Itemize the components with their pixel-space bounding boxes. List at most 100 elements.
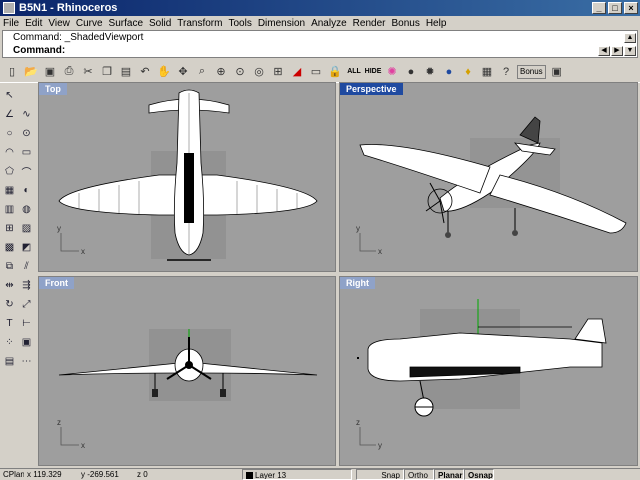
menu-help[interactable]: Help <box>423 18 450 29</box>
menu-surface[interactable]: Surface <box>106 18 146 29</box>
zoom-window-icon[interactable]: ⊕ <box>213 64 229 80</box>
save-icon[interactable]: ▣ <box>42 64 58 80</box>
boolean-icon[interactable]: ◩ <box>19 240 34 255</box>
text-icon[interactable]: T <box>2 316 17 331</box>
copy-icon[interactable]: ❐ <box>99 64 115 80</box>
rhino-app-icon[interactable] <box>3 2 15 14</box>
car-render-icon[interactable]: ◢ <box>289 64 305 80</box>
bonus-button[interactable]: Bonus <box>517 64 546 79</box>
status-layer[interactable]: Layer 13 <box>242 469 352 480</box>
viewport-label-right[interactable]: Right <box>340 277 375 289</box>
menu-file[interactable]: File <box>0 18 22 29</box>
rectangle-icon[interactable]: ▭ <box>19 145 34 160</box>
help-icon[interactable]: ? <box>498 64 514 80</box>
history-scroll-up-icon[interactable]: ▲ <box>624 33 636 43</box>
print-icon[interactable]: ⎙ <box>61 64 77 80</box>
perspective-view-canvas[interactable]: y x <box>340 83 638 272</box>
menu-curve[interactable]: Curve <box>73 18 106 29</box>
front-axis-x-label: x <box>81 441 85 450</box>
array-icon[interactable]: ⁘ <box>2 335 17 350</box>
menu-analyze[interactable]: Analyze <box>308 18 350 29</box>
undo-icon[interactable]: ↶ <box>137 64 153 80</box>
hide-button[interactable]: HIDE <box>365 64 382 80</box>
snap-toggle[interactable]: Snap <box>356 469 404 480</box>
polyline-icon[interactable]: ∠ <box>2 107 17 122</box>
command-area[interactable]: Command: _ShadedViewport Command: ▲ ◀ ▶ … <box>2 30 638 58</box>
command-dropdown-icon[interactable]: ▼ <box>624 46 636 56</box>
viewport-label-perspective[interactable]: Perspective <box>340 83 403 95</box>
new-file-icon[interactable]: ▯ <box>4 64 20 80</box>
color-wheel-icon[interactable]: ✺ <box>384 64 400 80</box>
osnap-toggle[interactable]: Osnap <box>464 469 494 480</box>
rotate-view-icon[interactable]: ✥ <box>175 64 191 80</box>
lock-icon[interactable]: 🔒 <box>327 64 343 80</box>
menu-dimension[interactable]: Dimension <box>255 18 308 29</box>
viewport-front[interactable]: z x Front <box>38 276 336 466</box>
copy-transform-icon[interactable]: ⇶ <box>19 278 34 293</box>
zoom-selected-icon[interactable]: ◎ <box>251 64 267 80</box>
points-icon[interactable]: ▩ <box>2 240 17 255</box>
menu-render[interactable]: Render <box>350 18 389 29</box>
show-all-button[interactable]: ALL <box>346 64 362 80</box>
menu-view[interactable]: View <box>45 18 73 29</box>
maximize-button[interactable]: □ <box>608 2 622 14</box>
ortho-toggle[interactable]: Ortho <box>404 469 434 480</box>
command-prompt[interactable]: Command: <box>13 45 65 57</box>
close-button[interactable]: × <box>624 2 638 14</box>
ellipse-icon[interactable]: ⊙ <box>19 126 34 141</box>
render-tools-icon[interactable]: ⋯ <box>19 354 34 369</box>
status-layer-name: Layer 13 <box>255 471 287 480</box>
pan-hand-icon[interactable]: ✋ <box>156 64 172 80</box>
front-view-canvas[interactable]: z x <box>39 277 336 466</box>
trim-icon[interactable]: ⫽ <box>19 259 34 274</box>
curve-points-icon[interactable]: ∿ <box>19 107 34 122</box>
viewport-perspective[interactable]: y x Perspective <box>339 82 638 272</box>
command-next-icon[interactable]: ▶ <box>611 46 623 56</box>
lightbulb-icon[interactable]: ♦ <box>460 64 476 80</box>
select-icon[interactable]: ▭ <box>308 64 324 80</box>
zoom-extents-icon[interactable]: ⊙ <box>232 64 248 80</box>
four-viewports-icon[interactable]: ⊞ <box>270 64 286 80</box>
fillet-curve-icon[interactable]: ⌒ <box>19 164 34 179</box>
mesh-icon[interactable]: ⊞ <box>2 221 17 236</box>
planar-toggle[interactable]: Planar <box>434 469 464 480</box>
split-icon[interactable]: ⧉ <box>2 259 17 274</box>
analyze-icon[interactable]: ▤ <box>2 354 17 369</box>
properties-icon[interactable]: ▦ <box>479 64 495 80</box>
viewport-label-top[interactable]: Top <box>39 83 67 95</box>
cut-icon[interactable]: ✂ <box>80 64 96 80</box>
move-icon[interactable]: ⇹ <box>2 278 17 293</box>
menu-transform[interactable]: Transform <box>174 18 225 29</box>
menu-edit[interactable]: Edit <box>22 18 45 29</box>
arc-icon[interactable]: ◠ <box>2 145 17 160</box>
blue-sphere-icon[interactable]: ● <box>441 64 457 80</box>
open-file-icon[interactable]: 📂 <box>23 64 39 80</box>
select-arrow-icon[interactable]: ↖ <box>2 88 17 103</box>
group-icon[interactable]: ▣ <box>19 335 34 350</box>
zoom-dynamic-icon[interactable]: ⌕ <box>194 64 210 80</box>
command-prev-icon[interactable]: ◀ <box>598 46 610 56</box>
box-solid-icon[interactable]: ▥ <box>2 202 17 217</box>
minimize-button[interactable]: _ <box>592 2 606 14</box>
shaded-sphere-icon[interactable]: ● <box>403 64 419 80</box>
sphere-solid-icon[interactable]: ◍ <box>19 202 34 217</box>
menu-tools[interactable]: Tools <box>225 18 254 29</box>
circle-icon[interactable]: ○ <box>2 126 17 141</box>
paste-icon[interactable]: ▤ <box>118 64 134 80</box>
viewport-label-front[interactable]: Front <box>39 277 74 289</box>
surface-grid-icon[interactable]: ▦ <box>2 183 17 198</box>
revolve-icon[interactable]: ◐ <box>19 183 34 198</box>
extrude-icon[interactable]: ▨ <box>19 221 34 236</box>
viewport-top[interactable]: y x Top <box>38 82 336 272</box>
dimension-icon[interactable]: ⊢ <box>19 316 34 331</box>
rotate-icon[interactable]: ↻ <box>2 297 17 312</box>
render-sphere-icon[interactable]: ✹ <box>422 64 438 80</box>
right-view-canvas[interactable]: z y <box>340 277 638 466</box>
scale-icon[interactable]: ⤢ <box>19 297 34 312</box>
top-view-canvas[interactable]: y x <box>39 83 336 272</box>
menu-solid[interactable]: Solid <box>146 18 174 29</box>
toolbar-options-icon[interactable]: ▣ <box>549 64 565 80</box>
viewport-right[interactable]: z y Right <box>339 276 638 466</box>
polygon-icon[interactable]: ⬠ <box>2 164 17 179</box>
menu-bonus[interactable]: Bonus <box>388 18 422 29</box>
